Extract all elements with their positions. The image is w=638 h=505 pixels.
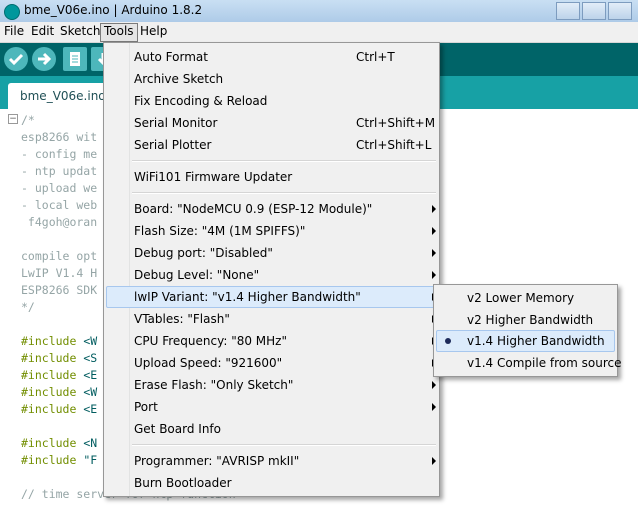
fold-toggle-icon[interactable]: −	[8, 114, 18, 124]
shortcut-label: Ctrl+Shift+L	[356, 138, 432, 152]
code-line: - local web	[21, 198, 98, 212]
menu-item-fix-encoding[interactable]: Fix Encoding & Reload	[106, 90, 435, 112]
code-line: - upload we	[21, 181, 98, 195]
lwip-variant-submenu: v2 Lower Memory v2 Higher Bandwidth v1.4…	[433, 284, 621, 377]
code-line: #include <N	[21, 436, 98, 450]
submenu-item-v2-higher-bandwidth[interactable]: v2 Higher Bandwidth	[436, 309, 615, 331]
close-button[interactable]	[608, 2, 632, 20]
menu-item-cpu-frequency[interactable]: CPU Frequency: "80 MHz"	[106, 330, 436, 352]
menu-separator	[132, 160, 436, 162]
menu-item-debug-level[interactable]: Debug Level: "None"	[106, 264, 436, 286]
submenu-arrow-icon	[432, 271, 436, 279]
shortcut-label: Ctrl+T	[356, 50, 395, 64]
submenu-arrow-icon	[432, 457, 436, 465]
code-line: #include <S	[21, 351, 98, 365]
menu-item-programmer[interactable]: Programmer: "AVRISP mkII"	[106, 450, 436, 472]
code-line: ESP8266 SDK	[21, 283, 98, 297]
radio-selected-icon	[445, 338, 451, 344]
menu-item-auto-format[interactable]: Auto Format Ctrl+T	[106, 46, 435, 68]
verify-button[interactable]	[4, 47, 28, 71]
menu-item-flash-size[interactable]: Flash Size: "4M (1M SPIFFS)"	[106, 220, 436, 242]
code-line: esp8266 wit	[21, 130, 98, 144]
menu-separator	[132, 192, 436, 194]
menu-help[interactable]: Help	[137, 23, 170, 40]
menu-file[interactable]: File	[1, 23, 27, 40]
code-line: compile opt	[21, 249, 98, 263]
upload-button[interactable]	[32, 47, 56, 71]
tools-menu: Auto Format Ctrl+T Archive Sketch Fix En…	[103, 42, 440, 497]
menu-item-serial-monitor[interactable]: Serial Monitor Ctrl+Shift+M	[106, 112, 435, 134]
menu-item-erase-flash[interactable]: Erase Flash: "Only Sketch"	[106, 374, 436, 396]
code-line: - config me	[21, 147, 98, 161]
menu-item-serial-plotter[interactable]: Serial Plotter Ctrl+Shift+L	[106, 134, 435, 156]
code-line: LwIP V1.4 H	[21, 266, 98, 280]
new-sketch-icon	[70, 52, 80, 66]
menu-item-get-board-info[interactable]: Get Board Info	[106, 418, 435, 440]
new-sketch-button[interactable]	[63, 47, 87, 71]
window-controls	[556, 2, 632, 20]
code-line: #include "F	[21, 453, 98, 467]
menu-item-wifi101-updater[interactable]: WiFi101 Firmware Updater	[106, 166, 435, 188]
submenu-arrow-icon	[432, 249, 436, 257]
code-line: #include <W	[21, 334, 98, 348]
window-title: bme_V06e.ino | Arduino 1.8.2	[24, 3, 203, 17]
code-line: #include <E	[21, 402, 98, 416]
submenu-arrow-icon	[432, 403, 436, 411]
menu-edit[interactable]: Edit	[28, 23, 57, 40]
menu-sketch[interactable]: Sketch	[57, 23, 103, 40]
maximize-button[interactable]	[582, 2, 606, 20]
menu-item-lwip-variant[interactable]: lwIP Variant: "v1.4 Higher Bandwidth"	[106, 286, 436, 308]
menu-item-upload-speed[interactable]: Upload Speed: "921600"	[106, 352, 436, 374]
submenu-arrow-icon	[432, 381, 436, 389]
code-line: */	[21, 300, 35, 314]
submenu-item-v14-higher-bandwidth[interactable]: v1.4 Higher Bandwidth	[436, 330, 615, 352]
code-line: f4goh@oran	[21, 215, 98, 229]
menu-item-vtables[interactable]: VTables: "Flash"	[106, 308, 436, 330]
title-bar: bme_V06e.ino | Arduino 1.8.2	[0, 0, 638, 23]
submenu-item-v14-compile-from-source[interactable]: v1.4 Compile from source	[436, 352, 621, 374]
menu-item-burn-bootloader[interactable]: Burn Bootloader	[106, 472, 435, 494]
menu-item-archive-sketch[interactable]: Archive Sketch	[106, 68, 435, 90]
submenu-arrow-icon	[432, 205, 436, 213]
verify-icon	[8, 53, 24, 66]
arduino-app-icon	[4, 4, 20, 20]
menu-separator	[132, 444, 436, 446]
menu-item-board[interactable]: Board: "NodeMCU 0.9 (ESP-12 Module)"	[106, 198, 436, 220]
menu-item-port[interactable]: Port	[106, 396, 436, 418]
code-line: - ntp updat	[21, 164, 98, 178]
submenu-arrow-icon	[432, 227, 436, 235]
minimize-button[interactable]	[556, 2, 580, 20]
submenu-item-v2-lower-memory[interactable]: v2 Lower Memory	[436, 287, 615, 309]
code-line: #include <E	[21, 368, 98, 382]
menu-bar: File Edit Sketch Tools Help	[0, 22, 638, 43]
tab-sketch-file[interactable]: bme_V06e.ino	[8, 83, 118, 109]
menu-item-debug-port[interactable]: Debug port: "Disabled"	[106, 242, 436, 264]
menu-tools[interactable]: Tools	[100, 23, 138, 42]
code-line: /*	[21, 113, 35, 127]
upload-icon	[38, 52, 52, 66]
code-line: #include <W	[21, 385, 98, 399]
shortcut-label: Ctrl+Shift+M	[356, 116, 436, 130]
